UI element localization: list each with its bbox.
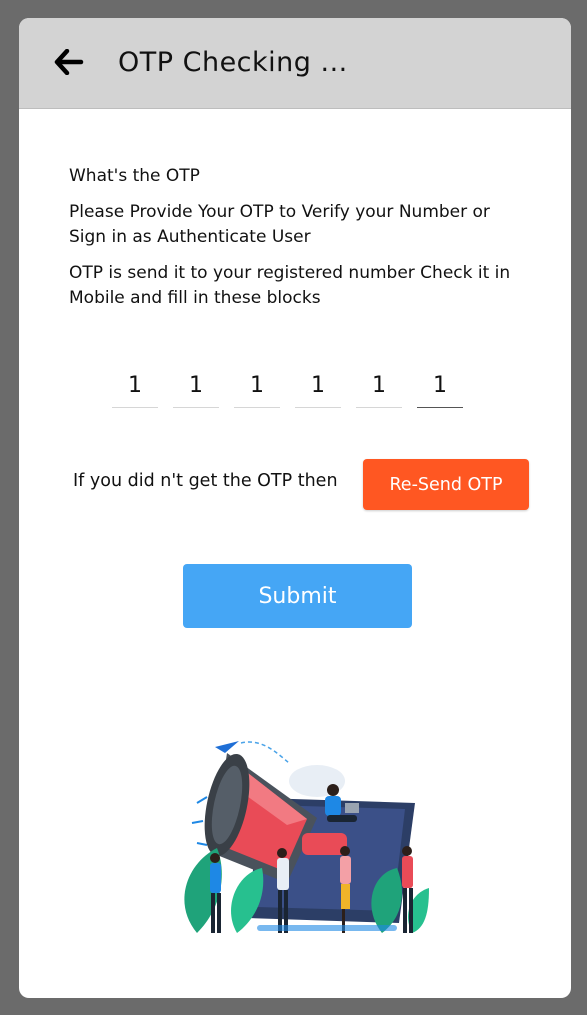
otp-digit-5[interactable] [356,363,402,408]
arrow-left-icon [54,48,84,79]
otp-digit-2[interactable] [173,363,219,408]
megaphone-illustration [167,733,429,933]
otp-digit-1[interactable] [112,363,158,408]
otp-notice: OTP is send it to your registered number… [69,263,511,308]
otp-card: OTP Checking ... What's the OTP Please P… [19,18,571,998]
otp-digit-3[interactable] [234,363,280,408]
otp-digit-4[interactable] [295,363,341,408]
submit-button[interactable]: Submit [183,564,412,628]
back-button[interactable] [51,46,87,82]
otp-input-group [112,363,472,413]
otp-heading: What's the OTP [69,166,200,186]
app-header: OTP Checking ... [19,18,571,109]
otp-digit-6[interactable] [417,363,463,408]
otp-instructions: Please Provide Your OTP to Verify your N… [69,202,490,247]
resend-otp-button[interactable]: Re-Send OTP [363,459,529,510]
resend-prompt: If you did n't get the OTP then [73,471,338,491]
page-title: OTP Checking ... [118,47,348,78]
